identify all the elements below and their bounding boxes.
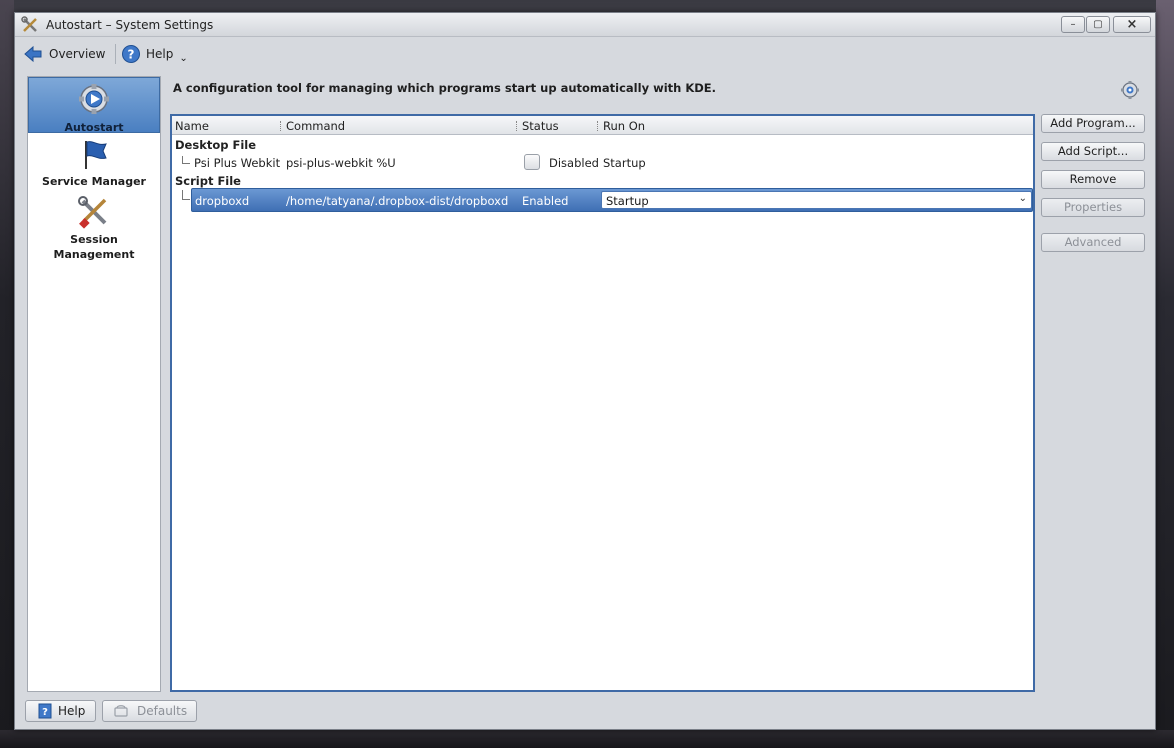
overview-button[interactable]: Overview	[23, 41, 106, 67]
window-controls: – ▢ ×	[1060, 16, 1151, 33]
add-script-button[interactable]: Add Script...	[1041, 142, 1145, 161]
svg-text:?: ?	[42, 707, 48, 718]
overview-label: Overview	[49, 47, 106, 61]
window-title: Autostart – System Settings	[46, 18, 214, 32]
chevron-down-icon: ⌄	[1018, 193, 1027, 204]
minimize-icon: –	[1070, 19, 1076, 30]
enabled-checkbox[interactable]	[524, 154, 540, 170]
sidebar-item-autostart[interactable]: Autostart	[28, 77, 160, 134]
advanced-button[interactable]: Advanced	[1041, 233, 1145, 252]
help-icon: ?	[122, 45, 140, 63]
bottom-bar: ? Help Defaults	[15, 696, 1155, 729]
maximize-icon: ▢	[1093, 19, 1103, 30]
help-book-icon: ?	[38, 703, 52, 719]
back-arrow-icon	[24, 45, 42, 63]
sidebar-item-label: Autostart	[64, 121, 124, 134]
table-row[interactable]: Psi Plus Webkit psi-plus-webkit %U Disab…	[172, 154, 1033, 172]
svg-text:?: ?	[128, 48, 135, 62]
group-label: Script File	[175, 174, 241, 188]
row-run-on: Startup	[603, 156, 646, 170]
sidebar-item-label: Management	[53, 248, 135, 261]
column-resize-handle[interactable]	[597, 121, 599, 131]
desktop-background-right	[1156, 0, 1174, 748]
row-status: Enabled	[522, 194, 569, 208]
row-status: Disabled	[549, 156, 599, 170]
tree-branch-line	[182, 156, 190, 164]
tools-icon	[78, 196, 107, 229]
row-name: dropboxd	[195, 194, 250, 208]
defaults-button-label: Defaults	[137, 704, 188, 718]
module-description: A configuration tool for managing which …	[173, 81, 717, 95]
help-button[interactable]: ? Help	[25, 700, 96, 722]
toolbar: Overview ? Help ⌄	[21, 41, 1151, 67]
desktop-background-left	[0, 0, 14, 748]
group-label: Desktop File	[175, 138, 257, 152]
column-resize-handle[interactable]	[516, 121, 518, 131]
desktop-background-bottom	[0, 730, 1174, 748]
defaults-reset-icon	[114, 705, 128, 717]
column-header-run-on[interactable]: Run On	[603, 119, 645, 133]
remove-button[interactable]: Remove	[1041, 170, 1145, 189]
sidebar-item-session-management[interactable]: Session Management	[28, 195, 160, 261]
row-name: Psi Plus Webkit	[194, 156, 281, 170]
sidebar-item-service-manager[interactable]: Service Manager	[28, 139, 160, 188]
help-label: Help	[146, 47, 174, 61]
sidebar-item-label: Session	[70, 233, 118, 246]
tree-header: Name Command Status Run On	[172, 116, 1033, 135]
column-header-command[interactable]: Command	[286, 119, 345, 133]
help-menu-button[interactable]: ? Help ⌄	[121, 41, 188, 67]
toolbar-separator	[115, 44, 116, 64]
column-header-name[interactable]: Name	[175, 119, 209, 133]
run-on-combobox[interactable]: Startup ⌄	[601, 191, 1032, 209]
maximize-button[interactable]: ▢	[1086, 16, 1110, 33]
minimize-button[interactable]: –	[1061, 16, 1085, 33]
tree-branch-line	[182, 190, 190, 200]
column-resize-handle[interactable]	[280, 121, 282, 131]
chevron-down-icon: ⌄	[179, 52, 188, 64]
system-settings-window: Autostart – System Settings – ▢ × Overvi…	[14, 12, 1156, 730]
flag-icon	[85, 141, 107, 169]
run-on-selected-value: Startup	[606, 194, 649, 208]
defaults-button[interactable]: Defaults	[102, 700, 197, 722]
sidebar: Autostart Service Manager Session Manage…	[27, 76, 161, 692]
help-button-label: Help	[58, 704, 86, 718]
close-icon: ×	[1126, 17, 1138, 32]
row-command: psi-plus-webkit %U	[286, 156, 396, 170]
table-row-selected[interactable]: dropboxd /home/tatyana/.dropbox-dist/dro…	[191, 188, 1033, 212]
sidebar-item-label: Service Manager	[42, 175, 146, 188]
properties-button[interactable]: Properties	[1041, 198, 1145, 217]
group-row-desktop-file[interactable]: Desktop File	[172, 136, 1033, 154]
system-settings-tools-icon	[21, 16, 37, 32]
column-header-status[interactable]: Status	[522, 119, 559, 133]
autostart-gear-icon	[79, 84, 109, 114]
gear-icon[interactable]	[1120, 80, 1140, 100]
title-bar[interactable]: Autostart – System Settings – ▢ ×	[15, 13, 1155, 37]
row-command: /home/tatyana/.dropbox-dist/dropboxd	[286, 194, 509, 208]
close-button[interactable]: ×	[1113, 16, 1151, 33]
add-program-button[interactable]: Add Program...	[1041, 114, 1145, 133]
autostart-tree-view[interactable]: Name Command Status Run On Desktop File …	[170, 114, 1035, 692]
